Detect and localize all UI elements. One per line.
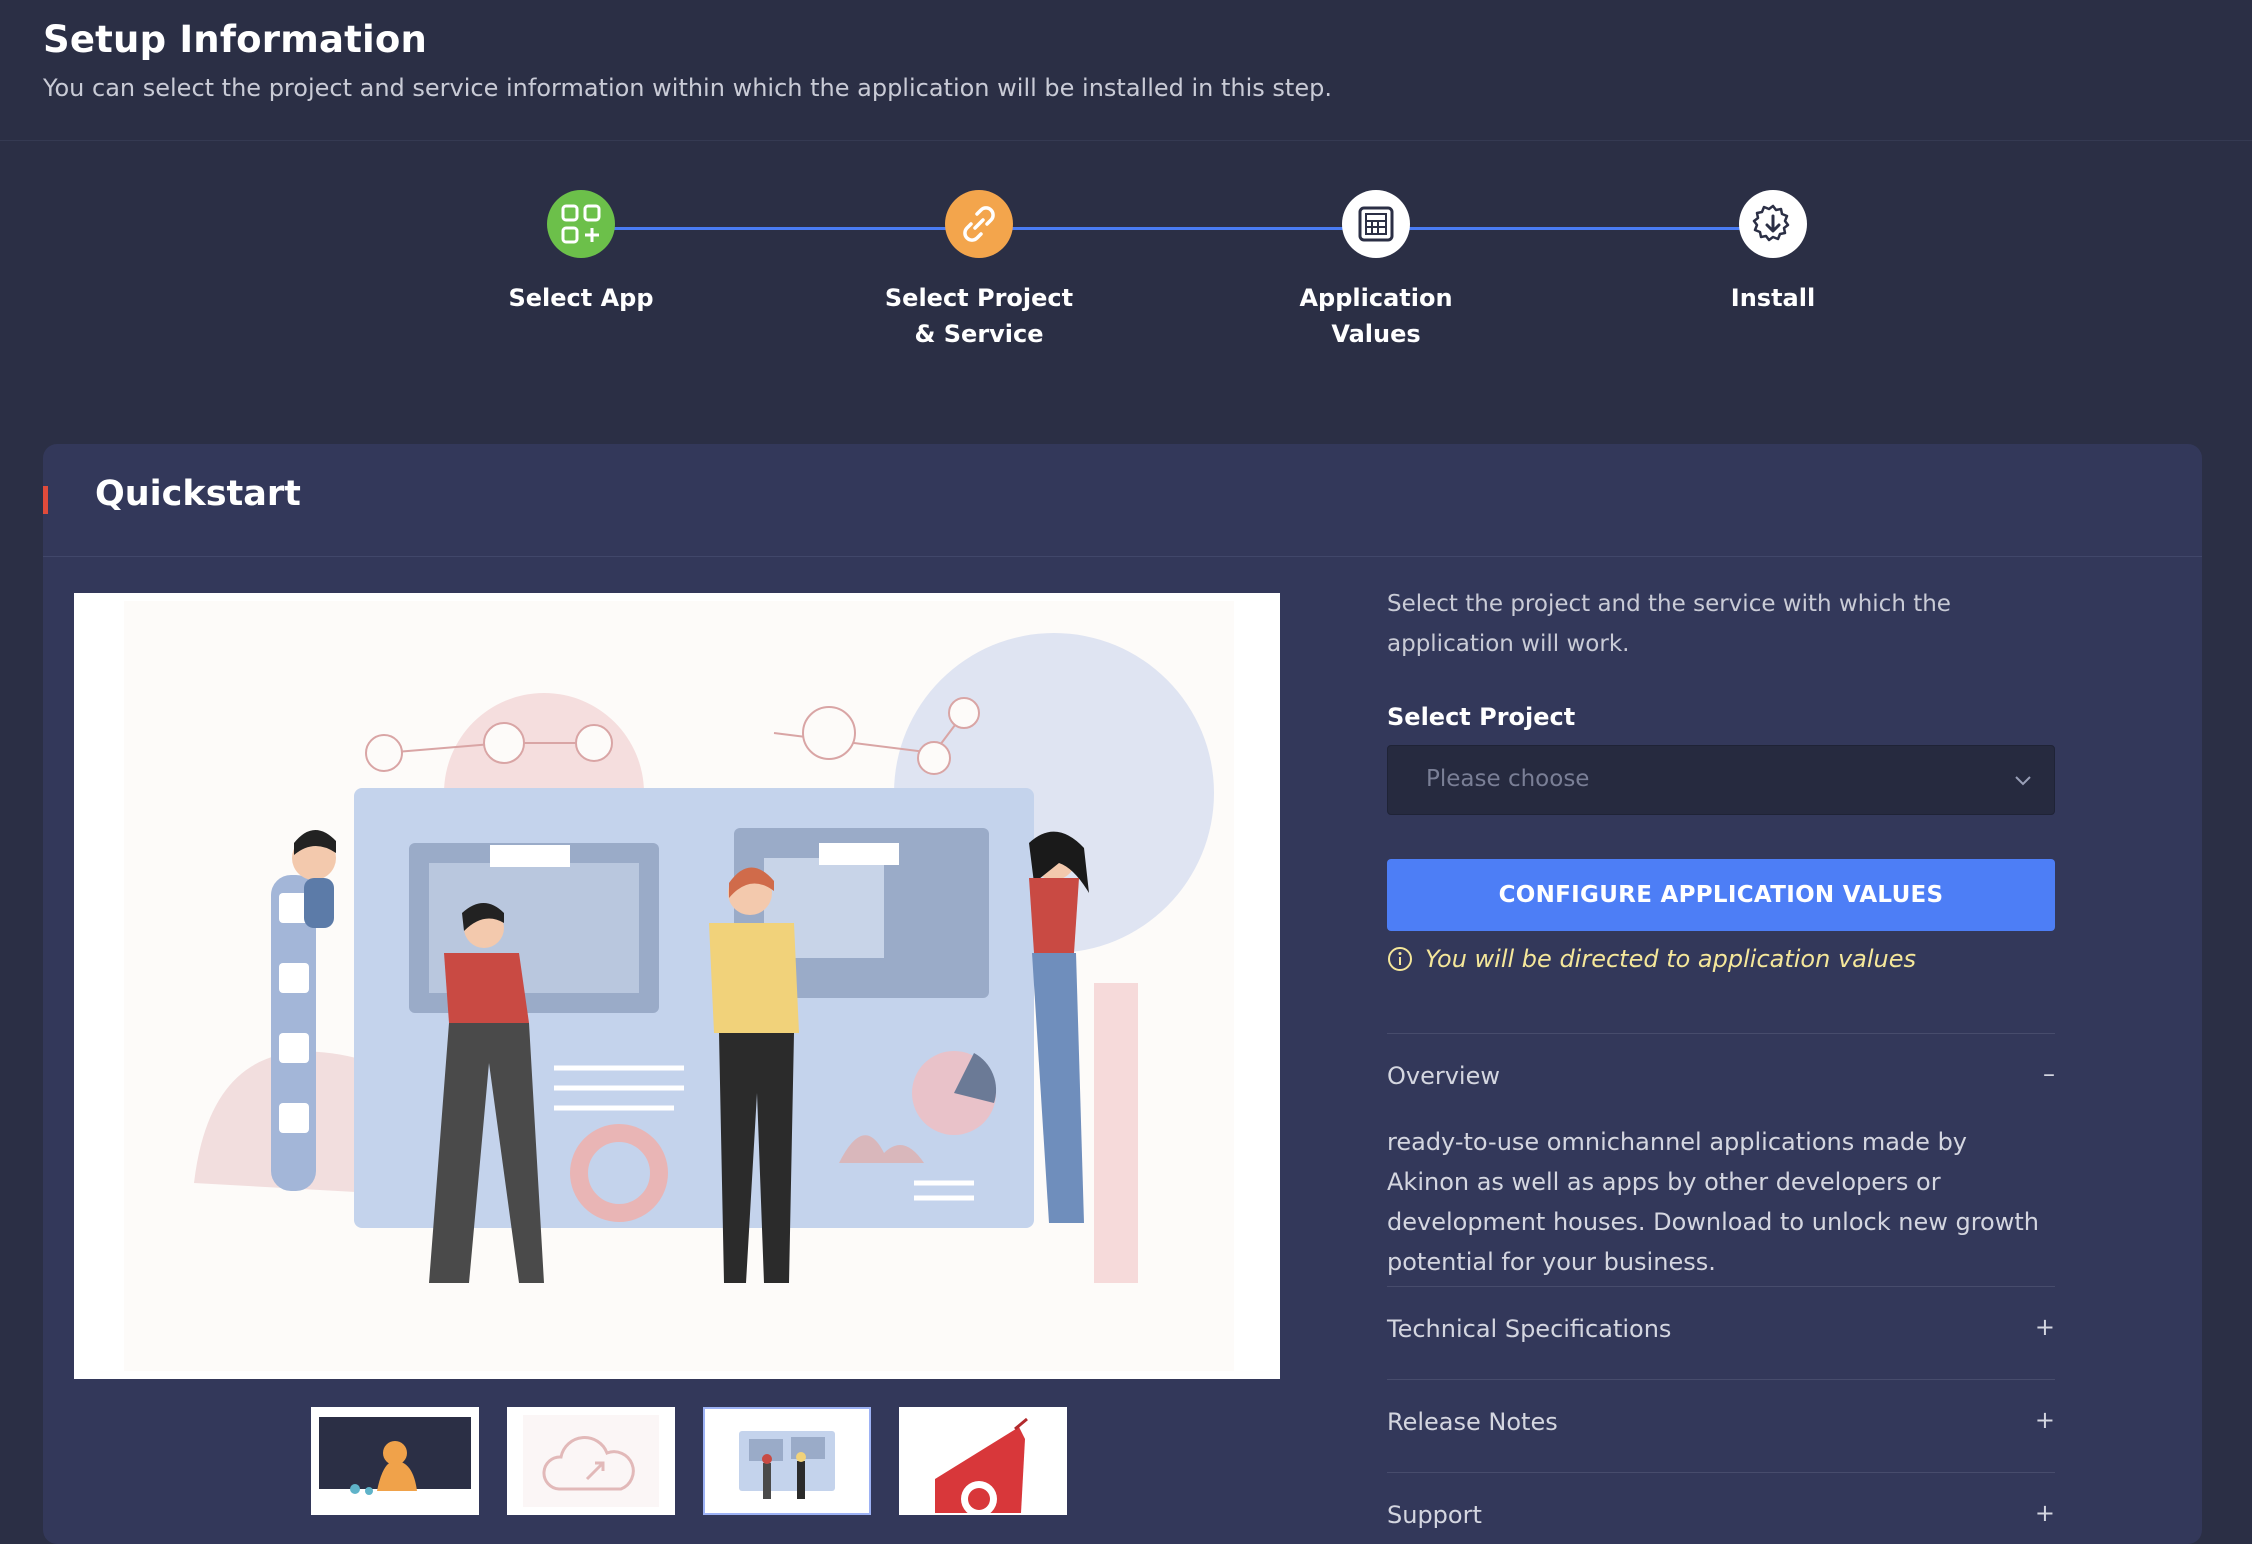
configure-application-values-button[interactable]: CONFIGURE APPLICATION VALUES [1387, 859, 2055, 931]
project-select[interactable]: Please choose [1387, 745, 2055, 815]
page-header: Setup Information You can select the pro… [0, 0, 2252, 141]
step-label: Application Values [1299, 284, 1453, 348]
apps-add-icon [547, 190, 615, 258]
quickstart-card: Quickstart Select the project and the se… [43, 444, 2202, 1544]
step-install[interactable]: Install [1623, 190, 1923, 316]
thumbnail-red-logo[interactable] [899, 1407, 1067, 1515]
setup-stepper: Select App Select Project & Service Appl… [0, 190, 2252, 390]
collapse-toggle-icon[interactable]: – [2043, 1060, 2055, 1088]
accordion-technical-specifications[interactable]: Technical Specifications + [1387, 1287, 2055, 1380]
accordion-title: Support [1387, 1501, 1482, 1529]
card-accent-bar [43, 486, 48, 514]
setup-intro-text: Select the project and the service with … [1387, 591, 1951, 657]
accordion-support[interactable]: Support + [1387, 1473, 2055, 1544]
thumbnail-team-dashboard[interactable] [703, 1407, 871, 1515]
step-select-project[interactable]: Select Project & Service [829, 190, 1129, 352]
overview-body-text: ready-to-use omnichannel applications ma… [1387, 1128, 2039, 1276]
expand-toggle-icon[interactable]: + [2035, 1406, 2055, 1434]
accordion-title: Overview [1387, 1062, 1500, 1090]
gear-download-icon [1739, 190, 1807, 258]
thumbnail-cloud[interactable] [507, 1407, 675, 1515]
thumbnail-cat[interactable] [311, 1407, 479, 1515]
stepper-connector-line [614, 227, 1774, 230]
accordion-release-notes[interactable]: Release Notes + [1387, 1380, 2055, 1473]
accordion-title: Release Notes [1387, 1408, 1558, 1436]
step-select-app[interactable]: Select App [431, 190, 731, 316]
gallery-main-image [74, 593, 1280, 1379]
redirect-hint: You will be directed to application valu… [1387, 945, 2055, 973]
project-select-placeholder: Please choose [1426, 766, 1590, 792]
step-label: Select Project & Service [884, 284, 1074, 348]
accordion-overview: Overview – ready-to-use omnichannel appl… [1387, 1034, 2055, 1287]
step-label: Select App [508, 284, 654, 312]
expand-toggle-icon[interactable]: + [2035, 1499, 2055, 1527]
expand-toggle-icon[interactable]: + [2035, 1313, 2055, 1341]
step-application-values[interactable]: Application Values [1226, 190, 1526, 352]
server-rack-icon [1342, 190, 1410, 258]
redirect-hint-text: You will be directed to application valu… [1425, 945, 1917, 973]
chevron-down-icon [2014, 772, 2032, 791]
accordion-overview-header[interactable]: Overview – [1387, 1034, 2055, 1122]
page-subtitle: You can select the project and service i… [43, 74, 1332, 102]
setup-form-panel: Select the project and the service with … [1387, 584, 2055, 1544]
card-header: Quickstart [43, 444, 2202, 557]
card-title: Quickstart [95, 474, 301, 514]
accordion-title: Technical Specifications [1387, 1315, 1672, 1343]
page-title: Setup Information [43, 18, 428, 61]
info-icon [1388, 947, 1412, 971]
step-label: Install [1730, 284, 1816, 312]
select-project-label: Select Project [1387, 703, 1576, 731]
link-icon [945, 190, 1013, 258]
